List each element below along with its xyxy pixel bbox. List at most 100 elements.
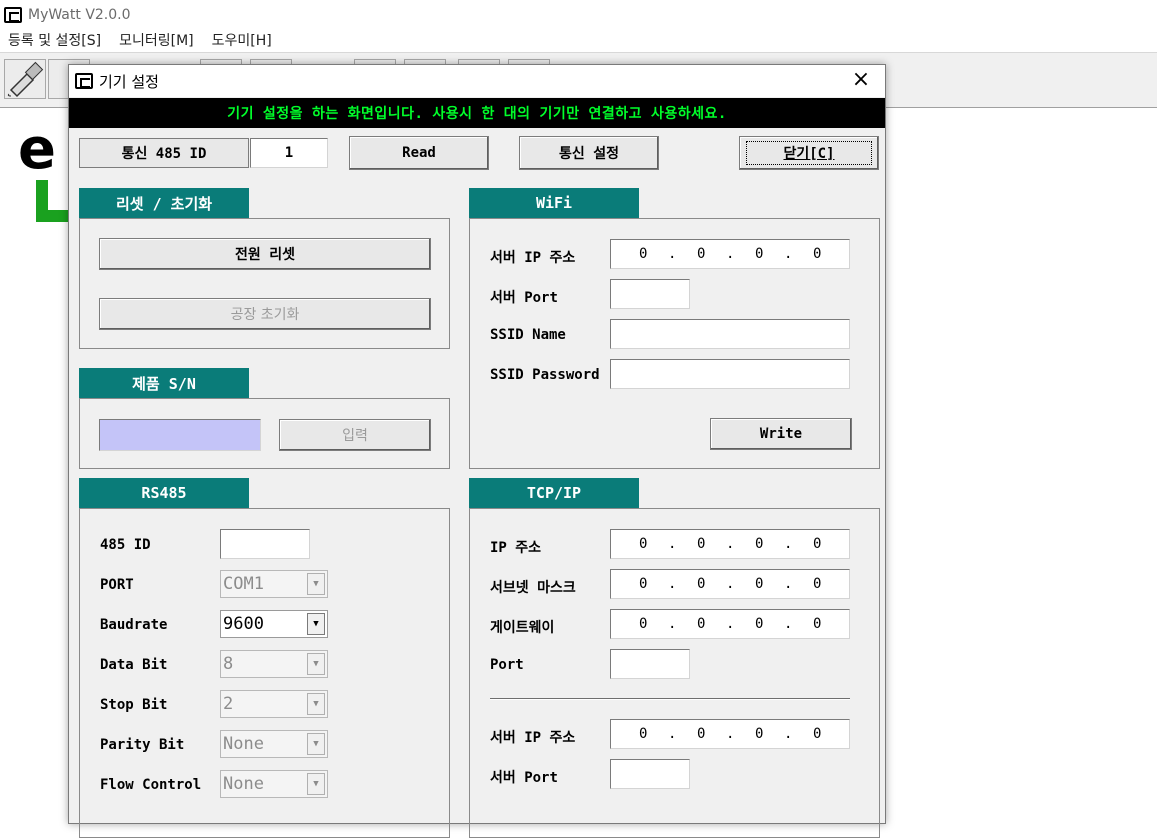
comm-485-id-input[interactable]: 1 xyxy=(250,138,328,168)
ip-octet: 0 xyxy=(639,576,648,592)
data-bit-label: Data Bit xyxy=(100,657,168,673)
app-title: MyWatt V2.0.0 xyxy=(28,7,131,23)
menu-register-settings[interactable]: 등록 및 설정[S] xyxy=(8,30,101,50)
menu-monitoring[interactable]: 모니터링[M] xyxy=(119,30,194,50)
wifi-server-port-input[interactable] xyxy=(610,279,690,309)
instruction-banner: 기기 설정을 하는 화면입니다. 사용시 한 대의 기기만 연결하고 사용하세요… xyxy=(69,98,885,128)
rs485-id-label: 485 ID xyxy=(100,537,151,553)
ip-dot: . xyxy=(726,726,735,742)
ip-octet: 0 xyxy=(813,726,822,742)
flow-control-value: None xyxy=(223,774,264,794)
baudrate-select[interactable]: 9600 ▼ xyxy=(220,610,328,638)
ssid-name-label: SSID Name xyxy=(490,327,566,343)
flow-control-select[interactable]: None ▼ xyxy=(220,770,328,798)
wifi-server-ip-input[interactable]: 0 . 0 . 0 . 0 xyxy=(610,239,850,269)
comm-485-id-label: 통신 485 ID xyxy=(79,138,249,168)
menu-bar: 등록 및 설정[S] 모니터링[M] 도우미[H] xyxy=(0,28,272,52)
ip-dot: . xyxy=(668,616,677,632)
port-label: PORT xyxy=(100,577,134,593)
baudrate-label: Baudrate xyxy=(100,617,168,633)
ip-octet: 0 xyxy=(813,246,822,262)
serial-input-button[interactable]: 입력 xyxy=(279,419,431,451)
wifi-server-ip-label: 서버 IP 주소 xyxy=(490,250,576,266)
ip-dot: . xyxy=(784,616,793,632)
connect-tool-button[interactable] xyxy=(4,59,46,99)
serial-group-title: 제품 S/N xyxy=(79,368,249,398)
ip-octet: 0 xyxy=(813,536,822,552)
ip-dot: . xyxy=(668,576,677,592)
stop-bit-select[interactable]: 2 ▼ xyxy=(220,690,328,718)
dialog-logo-icon xyxy=(75,73,93,89)
ip-dot: . xyxy=(726,576,735,592)
data-bit-select[interactable]: 8 ▼ xyxy=(220,650,328,678)
read-button[interactable]: Read xyxy=(349,136,489,170)
ip-octet: 0 xyxy=(697,576,706,592)
power-reset-button[interactable]: 전원 리셋 xyxy=(99,238,431,270)
parity-bit-value: None xyxy=(223,734,264,754)
app-titlebar: MyWatt V2.0.0 xyxy=(4,4,131,26)
ip-octet: 0 xyxy=(697,616,706,632)
tcpip-group-title: TCP/IP xyxy=(469,478,639,508)
ip-octet: 0 xyxy=(697,726,706,742)
tcp-server-ip-input[interactable]: 0 . 0 . 0 . 0 xyxy=(610,719,850,749)
subnet-mask-input[interactable]: 0 . 0 . 0 . 0 xyxy=(610,569,850,599)
tcp-port-input[interactable] xyxy=(610,649,690,679)
close-icon[interactable]: × xyxy=(849,69,873,93)
tcp-server-port-input[interactable] xyxy=(610,759,690,789)
rs485-id-input[interactable] xyxy=(220,529,310,559)
ip-octet: 0 xyxy=(697,536,706,552)
parity-bit-select[interactable]: None ▼ xyxy=(220,730,328,758)
ip-dot: . xyxy=(784,536,793,552)
ip-octet: 0 xyxy=(755,726,764,742)
ip-octet: 0 xyxy=(639,726,648,742)
ip-dot: . xyxy=(726,246,735,262)
ip-octet: 0 xyxy=(697,246,706,262)
baudrate-value: 9600 xyxy=(223,614,264,634)
stop-bit-label: Stop Bit xyxy=(100,697,168,713)
ip-address-input[interactable]: 0 . 0 . 0 . 0 xyxy=(610,529,850,559)
ip-octet: 0 xyxy=(639,536,648,552)
chevron-down-icon[interactable]: ▼ xyxy=(307,573,325,595)
ip-octet: 0 xyxy=(813,616,822,632)
chevron-down-icon[interactable]: ▼ xyxy=(307,653,325,675)
ip-octet: 0 xyxy=(755,616,764,632)
serial-number-input[interactable] xyxy=(99,419,261,451)
close-button[interactable]: 닫기[C] xyxy=(739,136,879,170)
factory-reset-button[interactable]: 공장 초기화 xyxy=(99,298,431,330)
gateway-input[interactable]: 0 . 0 . 0 . 0 xyxy=(610,609,850,639)
port-value: COM1 xyxy=(223,574,264,594)
ssid-password-input[interactable] xyxy=(610,359,850,389)
close-button-label: 닫기[C] xyxy=(746,141,872,165)
chevron-down-icon[interactable]: ▼ xyxy=(307,733,325,755)
brand-logo-e: e xyxy=(18,117,56,182)
ip-address-label: IP 주소 xyxy=(490,540,542,556)
ip-dot: . xyxy=(668,536,677,552)
menu-help[interactable]: 도우미[H] xyxy=(212,30,272,50)
data-bit-value: 8 xyxy=(223,654,234,674)
ip-dot: . xyxy=(784,576,793,592)
ip-dot: . xyxy=(668,726,677,742)
dialog-titlebar: 기기 설정 × xyxy=(69,65,885,97)
wifi-write-button[interactable]: Write xyxy=(710,418,852,450)
stop-bit-value: 2 xyxy=(223,694,234,714)
ssid-name-input[interactable] xyxy=(610,319,850,349)
app-logo-icon xyxy=(4,7,22,23)
ip-octet: 0 xyxy=(755,576,764,592)
port-select[interactable]: COM1 ▼ xyxy=(220,570,328,598)
comm-settings-button[interactable]: 통신 설정 xyxy=(519,136,659,170)
ip-dot: . xyxy=(784,726,793,742)
chevron-down-icon[interactable]: ▼ xyxy=(307,773,325,795)
subnet-mask-label: 서브넷 마스크 xyxy=(490,580,576,596)
wifi-server-port-label: 서버 Port xyxy=(490,290,558,306)
chevron-down-icon[interactable]: ▼ xyxy=(307,613,325,635)
reset-group-title: 리셋 / 초기화 xyxy=(79,188,249,218)
ip-octet: 0 xyxy=(755,536,764,552)
brand-logo-l xyxy=(36,180,68,222)
ip-dot: . xyxy=(668,246,677,262)
ip-dot: . xyxy=(726,616,735,632)
chevron-down-icon[interactable]: ▼ xyxy=(307,693,325,715)
dialog-title: 기기 설정 xyxy=(99,72,159,91)
ip-octet: 0 xyxy=(639,246,648,262)
wifi-group-title: WiFi xyxy=(469,188,639,218)
cable-plug-icon xyxy=(7,61,44,98)
